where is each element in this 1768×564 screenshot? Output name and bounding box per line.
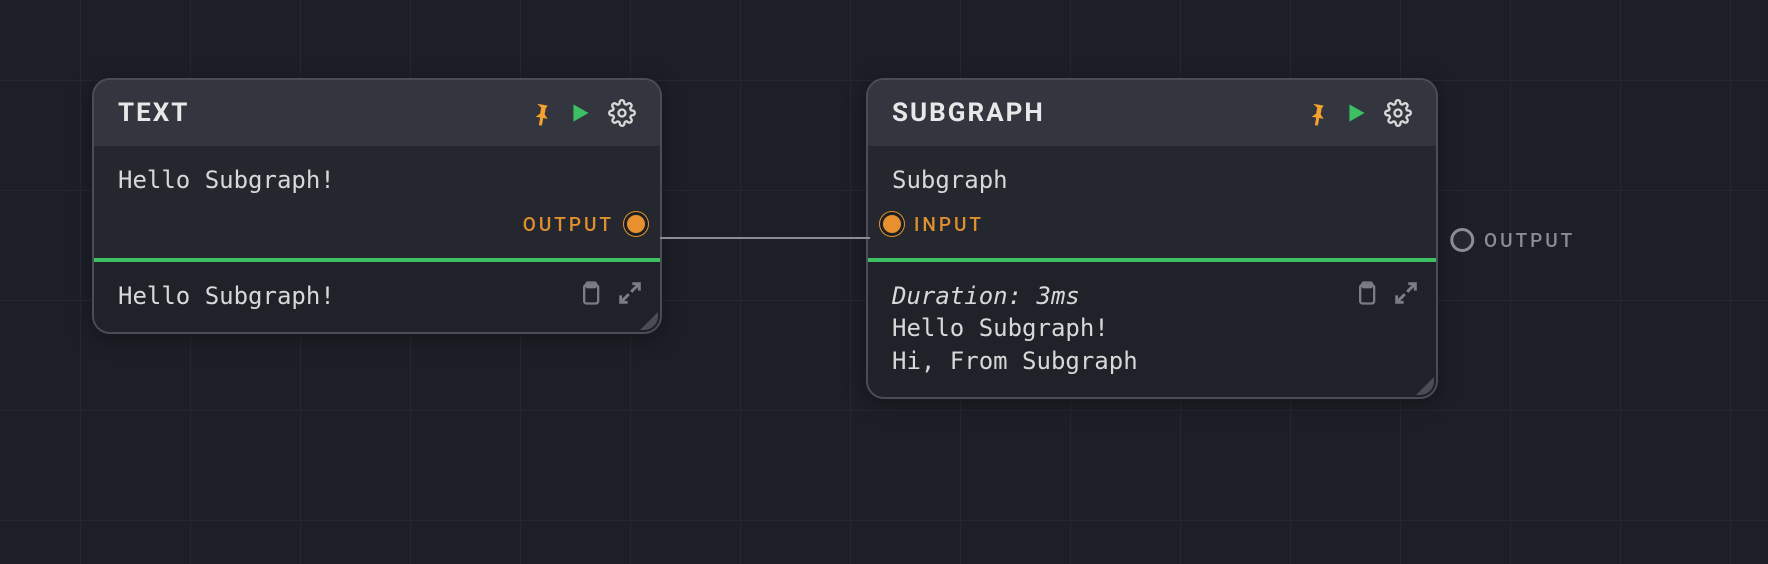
node-title: SUBGRAPH	[892, 98, 1045, 128]
pin-icon[interactable]	[528, 100, 554, 126]
result-line: Hello Subgraph!	[118, 280, 636, 312]
text-input-value[interactable]: Hello Subgraph!	[118, 166, 636, 194]
port-input[interactable]	[880, 212, 904, 236]
port-output-group: OUTPUT	[1450, 228, 1575, 252]
port-output-label: OUTPUT	[1484, 229, 1575, 252]
result-line: Hi, From Subgraph	[892, 345, 1412, 377]
gear-icon[interactable]	[1384, 99, 1412, 127]
expand-icon[interactable]	[1392, 279, 1420, 307]
node-header[interactable]: TEXT	[94, 80, 660, 146]
port-output-label: OUTPUT	[523, 213, 614, 236]
pin-icon[interactable]	[1304, 100, 1330, 126]
result-line: Hello Subgraph!	[892, 312, 1412, 344]
edge-text-to-subgraph[interactable]	[660, 237, 870, 239]
port-output[interactable]	[624, 212, 648, 236]
node-body[interactable]: Hello Subgraph! OUTPUT	[94, 146, 660, 258]
subgraph-name-value[interactable]: Subgraph	[892, 166, 1412, 194]
node-title: TEXT	[118, 98, 189, 128]
result-duration: Duration: 3ms	[892, 280, 1412, 312]
run-icon[interactable]	[568, 100, 594, 126]
clipboard-icon[interactable]	[1352, 278, 1380, 308]
node-text[interactable]: TEXT Hello Subgraph! OUTPUT	[92, 78, 662, 334]
port-output[interactable]	[1450, 228, 1474, 252]
node-header[interactable]: SUBGRAPH	[868, 80, 1436, 146]
node-result: Duration: 3ms Hello Subgraph! Hi, From S…	[868, 262, 1436, 397]
node-subgraph[interactable]: SUBGRAPH Subgraph INPUT Dura	[866, 78, 1438, 399]
node-actions	[528, 99, 636, 127]
clipboard-icon[interactable]	[576, 278, 604, 308]
node-actions	[1304, 99, 1412, 127]
gear-icon[interactable]	[608, 99, 636, 127]
expand-icon[interactable]	[616, 279, 644, 307]
run-icon[interactable]	[1344, 100, 1370, 126]
port-input-label: INPUT	[914, 213, 984, 236]
node-body[interactable]: Subgraph INPUT	[868, 146, 1436, 258]
node-result: Hello Subgraph!	[94, 262, 660, 332]
